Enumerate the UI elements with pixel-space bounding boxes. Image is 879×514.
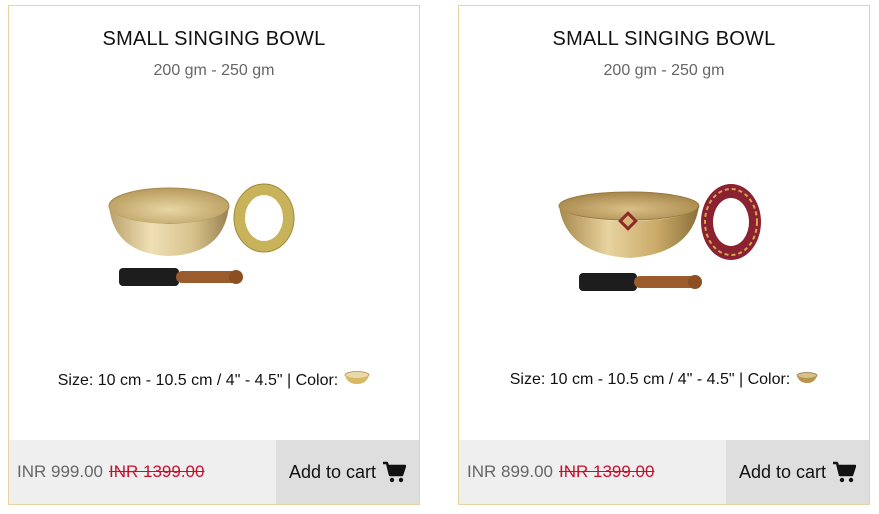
product-weight: 200 gm - 250 gm <box>153 62 275 79</box>
product-title[interactable]: SMALL SINGING BOWL <box>459 28 869 51</box>
product-weight: 200 gm - 250 gm <box>603 62 725 79</box>
color-swatch-icon[interactable] <box>796 371 818 389</box>
product-footer: INR 999.00 INR 1399.00 Add to cart <box>9 440 419 504</box>
size-color-text: Size: 10 cm - 10.5 cm / 4" - 4.5" | Colo… <box>57 371 339 389</box>
product-card: SMALL SINGING BOWL 200 gm - 250 gm Size:… <box>458 5 870 505</box>
size-color-text: Size: 10 cm - 10.5 cm / 4" - 4.5" | Colo… <box>509 371 791 388</box>
add-to-cart-button[interactable]: Add to cart <box>726 440 869 504</box>
product-image[interactable] <box>459 156 869 326</box>
product-image[interactable] <box>9 156 419 326</box>
product-footer: INR 899.00 INR 1399.00 Add to cart <box>459 440 869 504</box>
original-price: INR 1399.00 <box>109 462 205 481</box>
add-to-cart-label: Add to cart <box>288 461 377 482</box>
product-card: SMALL SINGING BOWL 200 gm - 250 gm Size:… <box>8 5 420 505</box>
product-specs: Size: 10 cm - 10.5 cm / 4" - 4.5" | Colo… <box>9 371 419 390</box>
cart-icon <box>382 461 407 483</box>
product-title[interactable]: SMALL SINGING BOWL <box>9 28 419 51</box>
singing-bowl-image <box>108 183 295 286</box>
price-area: INR 999.00 INR 1399.00 <box>9 440 276 504</box>
add-to-cart-button[interactable]: Add to cart <box>276 440 419 504</box>
sale-price: INR 999.00 <box>17 462 103 481</box>
sale-price: INR 899.00 <box>467 462 553 481</box>
original-price: INR 1399.00 <box>559 462 655 481</box>
price-area: INR 899.00 INR 1399.00 <box>459 440 726 504</box>
cart-icon <box>832 461 857 483</box>
color-swatch-icon[interactable] <box>344 371 370 390</box>
add-to-cart-label: Add to cart <box>738 461 827 482</box>
singing-bowl-image <box>558 184 761 291</box>
product-specs: Size: 10 cm - 10.5 cm / 4" - 4.5" | Colo… <box>459 371 869 389</box>
product-grid: SMALL SINGING BOWL 200 gm - 250 gm Size:… <box>0 0 879 514</box>
